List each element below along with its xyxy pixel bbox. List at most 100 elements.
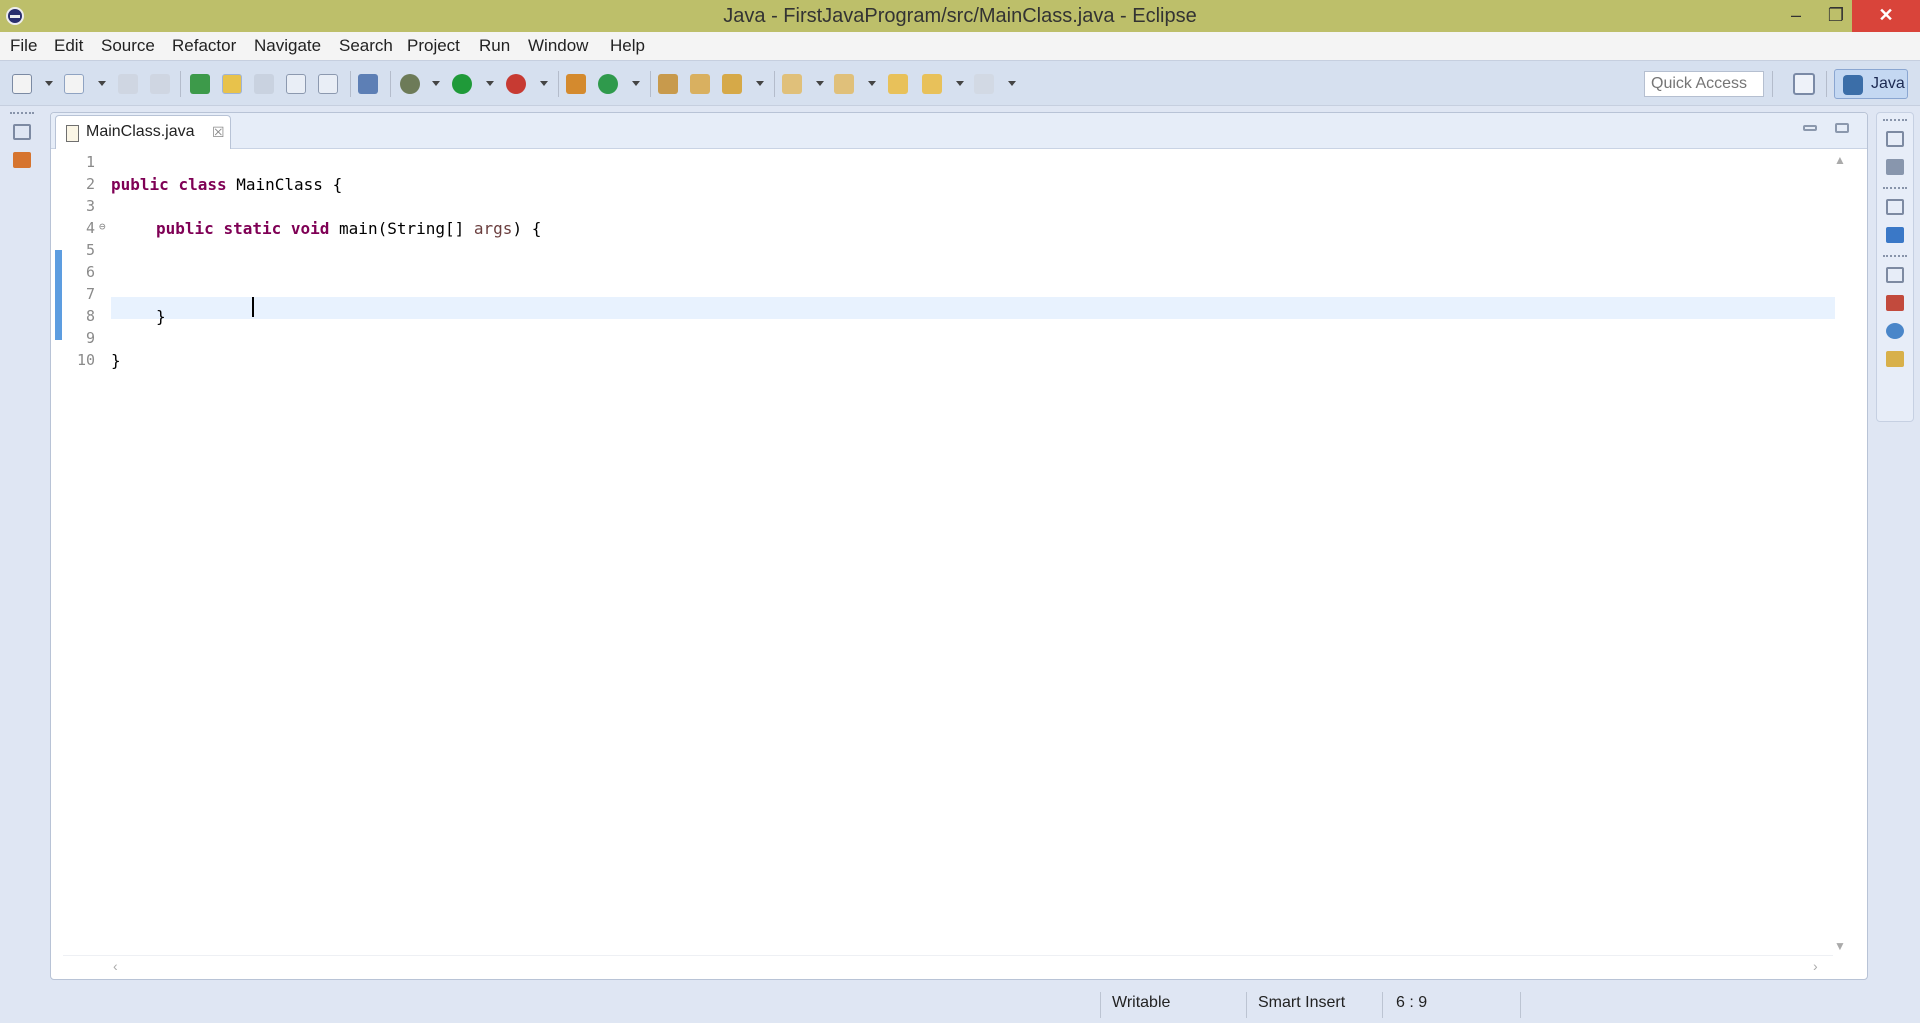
debug-dropdown-icon[interactable] — [432, 81, 440, 86]
restore-view-icon[interactable] — [1886, 267, 1904, 283]
open-type-icon[interactable] — [64, 74, 84, 94]
menu-project[interactable]: Project — [407, 36, 460, 56]
menu-search[interactable]: Search — [339, 36, 393, 56]
new-class-dropdown-icon[interactable] — [632, 81, 640, 86]
fold-collapse-icon[interactable]: ⊖ — [99, 220, 106, 233]
forward-dropdown-icon[interactable] — [1008, 81, 1016, 86]
code-line-main-method[interactable]: public static void main(String[] args) { — [156, 219, 541, 238]
vertical-scrollbar[interactable]: ▲ ▼ — [1829, 149, 1849, 959]
run-icon[interactable] — [452, 74, 472, 94]
overview-ruler — [55, 149, 63, 977]
tab-label: MainClass.java — [86, 123, 195, 140]
java-editor: MainClass.java ☒ 1 2 3 4 5 6 7 8 9 10 ⊖ … — [50, 112, 1868, 980]
scroll-down-icon[interactable]: ▼ — [1834, 939, 1846, 953]
menu-file[interactable]: File — [10, 36, 37, 56]
save-all-icon[interactable] — [150, 74, 170, 94]
run-dropdown-icon[interactable] — [486, 81, 494, 86]
mark-occurrences-icon[interactable] — [222, 74, 242, 94]
outline-icon[interactable] — [1886, 227, 1904, 243]
show-whitespace-icon[interactable] — [286, 74, 306, 94]
open-dropdown-icon[interactable] — [98, 81, 106, 86]
back-icon[interactable] — [922, 74, 942, 94]
line-number: 9 — [85, 329, 95, 347]
scroll-right-icon[interactable]: › — [1813, 958, 1818, 974]
keyword-void: void — [290, 219, 330, 238]
code-line-class-declaration[interactable]: public class MainClass { — [111, 175, 342, 194]
maximize-editor-icon[interactable] — [1835, 123, 1849, 133]
back-dropdown-icon[interactable] — [956, 81, 964, 86]
scroll-up-icon[interactable]: ▲ — [1834, 153, 1846, 167]
menu-edit[interactable]: Edit — [54, 36, 83, 56]
package-explorer-icon[interactable] — [13, 152, 31, 168]
last-edit-location-icon[interactable] — [888, 74, 908, 94]
java-file-icon — [66, 125, 79, 142]
menu-refactor[interactable]: Refactor — [172, 36, 236, 56]
line-number: 8 — [85, 307, 95, 325]
line-number: 1 — [85, 153, 95, 171]
menu-window[interactable]: Window — [528, 36, 588, 56]
show-formatting-icon[interactable] — [318, 74, 338, 94]
trim-drag-handle[interactable] — [1883, 255, 1907, 259]
code-line-method-close[interactable]: } — [156, 307, 166, 326]
save-icon[interactable] — [118, 74, 138, 94]
tab-mainclass-java[interactable]: MainClass.java ☒ — [55, 115, 231, 149]
forward-icon[interactable] — [974, 74, 994, 94]
restore-view-icon[interactable] — [1886, 131, 1904, 147]
declaration-icon[interactable] — [1886, 351, 1904, 367]
problems-icon[interactable] — [1886, 295, 1904, 311]
menu-navigate[interactable]: Navigate — [254, 36, 321, 56]
previous-annotation-icon[interactable] — [834, 74, 854, 94]
trim-drag-handle[interactable] — [10, 112, 34, 116]
close-window-button[interactable]: ✕ — [1852, 0, 1920, 32]
toggle-breadcrumb-icon[interactable] — [190, 74, 210, 94]
keyword-public: public — [111, 175, 169, 194]
menu-source[interactable]: Source — [101, 36, 155, 56]
minimize-button[interactable]: ‒ — [1776, 0, 1816, 32]
minimize-editor-icon[interactable] — [1803, 125, 1817, 131]
java-perspective-label: Java — [1871, 75, 1905, 92]
restore-view-icon[interactable] — [13, 124, 31, 140]
new-java-class-icon[interactable] — [598, 74, 618, 94]
open-perspective-icon[interactable] — [1793, 73, 1815, 95]
previous-annotation-dropdown-icon[interactable] — [868, 81, 876, 86]
line-number: 5 — [85, 241, 95, 259]
toolbar-separator — [1826, 71, 1827, 97]
toolbar-separator — [1772, 71, 1773, 97]
new-icon[interactable] — [12, 74, 32, 94]
code-area[interactable]: public class MainClass { public static v… — [111, 149, 1835, 977]
quick-access-input[interactable] — [1644, 71, 1764, 97]
line-number: 3 — [85, 197, 95, 215]
menu-help[interactable]: Help — [610, 36, 645, 56]
status-separator — [1246, 992, 1247, 1018]
pin-editor-icon[interactable] — [358, 74, 378, 94]
open-resource-icon[interactable] — [690, 74, 710, 94]
search-dropdown-icon[interactable] — [756, 81, 764, 86]
toolbar-separator — [350, 71, 351, 97]
trim-drag-handle[interactable] — [1883, 187, 1907, 191]
close-tab-icon[interactable]: ☒ — [212, 124, 225, 141]
restore-view-icon[interactable] — [1886, 199, 1904, 215]
code-line-class-close[interactable]: } — [111, 351, 121, 370]
search-icon[interactable] — [722, 74, 742, 94]
keyword-static: static — [223, 219, 282, 238]
horizontal-scrollbar[interactable]: ‹ › — [63, 955, 1833, 975]
task-list-icon[interactable] — [1886, 159, 1904, 175]
trim-drag-handle[interactable] — [1883, 119, 1907, 123]
new-dropdown-icon[interactable] — [45, 81, 53, 86]
line-number: 6 — [85, 263, 95, 281]
javadoc-icon[interactable] — [1886, 323, 1904, 339]
status-separator — [1100, 992, 1101, 1018]
block-selection-icon[interactable] — [254, 74, 274, 94]
external-tools-dropdown-icon[interactable] — [540, 81, 548, 86]
java-perspective-button[interactable]: Java — [1834, 69, 1908, 99]
debug-icon[interactable] — [400, 74, 420, 94]
next-annotation-dropdown-icon[interactable] — [816, 81, 824, 86]
menu-run[interactable]: Run — [479, 36, 510, 56]
next-annotation-icon[interactable] — [782, 74, 802, 94]
open-type-hierarchy-icon[interactable] — [658, 74, 678, 94]
restore-button[interactable]: ❐ — [1816, 0, 1856, 32]
new-java-package-icon[interactable] — [566, 74, 586, 94]
scroll-left-icon[interactable]: ‹ — [113, 958, 118, 974]
external-tools-icon[interactable] — [506, 74, 526, 94]
status-writable: Writable — [1112, 994, 1171, 1011]
